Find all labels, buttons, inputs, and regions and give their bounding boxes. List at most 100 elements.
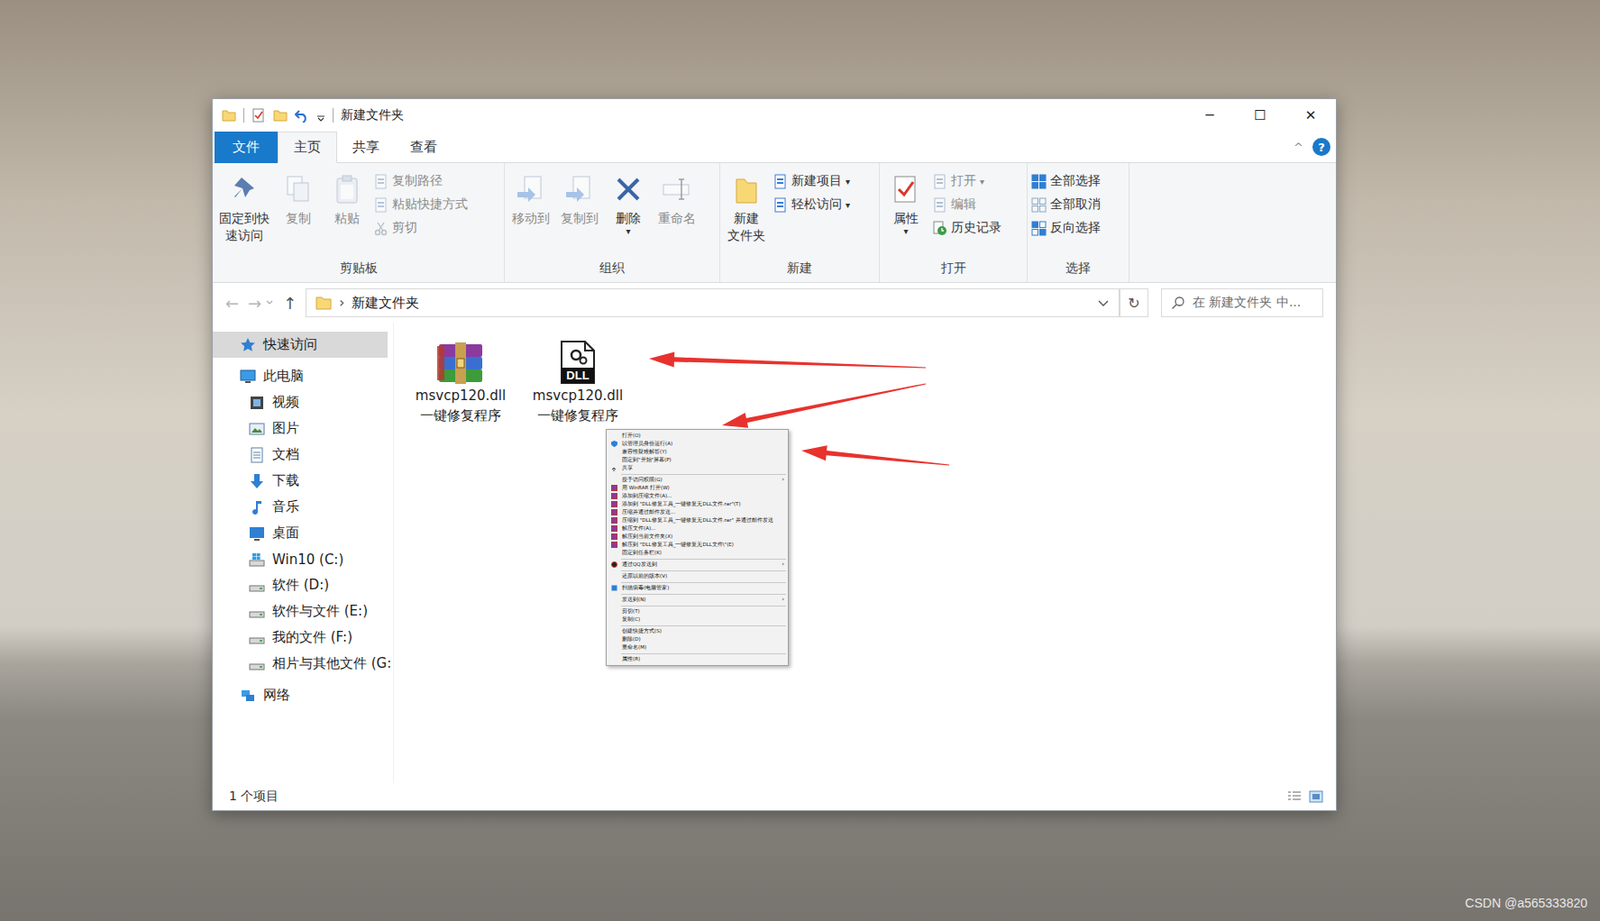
context-menu-label: 重命名(M)	[619, 643, 785, 652]
context-menu-item[interactable]: 打开(O)	[606, 431, 788, 440]
ribbon-small-button[interactable]: 历史记录	[932, 217, 1002, 239]
search-placeholder: 在 新建文件夹 中...	[1192, 294, 1301, 311]
context-menu-item[interactable]: 通过QQ发送到›	[606, 560, 788, 569]
search-field[interactable]: 在 新建文件夹 中...	[1161, 288, 1324, 318]
properties-icon[interactable]	[251, 108, 266, 123]
sidebar-item[interactable]: Win10 (C:)	[212, 546, 394, 573]
context-menu-item[interactable]: 压缩到 "DLL修复工具_一键修复无DLL文件.rar" 并通过邮件发送	[606, 516, 788, 525]
ribbon-small-button[interactable]: 复制路径	[373, 170, 468, 192]
up-button[interactable]: ↑	[283, 293, 297, 313]
ribbon-small-button[interactable]: 剪切	[373, 217, 468, 239]
sidebar-item[interactable]: 视频	[212, 389, 394, 416]
dropdown-caret: ▾	[845, 176, 851, 187]
ribbon-small-button[interactable]: 粘贴快捷方式	[373, 193, 468, 216]
ribbon-group: 全部选择全部取消反向选择选择	[1027, 163, 1130, 283]
folder-icon[interactable]	[221, 108, 237, 123]
shield-icon	[611, 440, 618, 448]
context-menu-item[interactable]: 固定到任务栏(K)	[606, 548, 788, 558]
sidebar-item[interactable]: 快速访问	[212, 331, 388, 358]
forward-button[interactable]: →	[247, 293, 262, 313]
context-menu-item[interactable]: 解压到 "DLL修复工具_一键修复无DLL文件\"(E)	[606, 540, 788, 549]
drive-icon	[248, 603, 266, 621]
ribbon-large-button[interactable]: 移动到	[508, 166, 554, 257]
back-button[interactable]: ←	[225, 293, 239, 313]
ribbon-small-button[interactable]: 反向选择	[1031, 217, 1101, 239]
context-menu-item[interactable]: 固定到"开始"屏幕(P)	[606, 456, 788, 465]
ribbon-large-button[interactable]: 复制	[275, 166, 321, 257]
sidebar-item[interactable]: 下载	[212, 467, 394, 494]
context-menu-item[interactable]: 扫描病毒(电脑管家)	[606, 584, 788, 593]
context-menu-item[interactable]: 删除(D)	[606, 635, 788, 644]
context-menu-item[interactable]: 剪切(T)	[606, 607, 788, 616]
customize-chevron-icon[interactable]	[316, 108, 326, 123]
sidebar-item[interactable]: 软件与文件 (E:)	[212, 598, 394, 625]
context-menu-item[interactable]: 解压文件(A)...	[606, 524, 788, 533]
context-menu-item[interactable]: 用 WinRAR 打开(W)	[606, 484, 788, 493]
context-menu-item[interactable]: 创建快捷方式(S)	[606, 627, 788, 636]
ribbon-large-button[interactable]: 删除▾	[605, 166, 651, 257]
context-menu-item[interactable]: 兼容性疑难解答(Y)	[606, 448, 788, 457]
ribbon-small-button[interactable]: 打开▾	[932, 170, 1002, 192]
ribbon-small-button[interactable]: 全部选择	[1031, 170, 1101, 192]
file-item[interactable]: DLLmsvcp120.dll一键修复程序	[523, 338, 632, 428]
edit-icon	[932, 197, 948, 213]
new-folder-icon[interactable]	[273, 108, 288, 123]
address-field[interactable]: › 新建文件夹	[305, 288, 1120, 318]
ribbon-large-button[interactable]: 粘贴	[324, 166, 370, 257]
menu-icon-slot	[606, 509, 620, 516]
ribbon-tab[interactable]: 主页	[277, 131, 338, 164]
context-menu-item[interactable]: 添加到 "DLL修复工具_一键修复无DLL文件.rar"(T)	[606, 500, 788, 509]
folder-icon	[315, 295, 332, 311]
ribbon-tab[interactable]: 查看	[394, 131, 453, 164]
path-segment[interactable]: 新建文件夹	[351, 294, 420, 312]
recent-locations-chevron-icon[interactable]	[265, 298, 275, 308]
ribbon-tab[interactable]: 共享	[337, 131, 395, 164]
window-control-button[interactable]: ─	[1184, 99, 1235, 132]
sidebar-item[interactable]: 桌面	[212, 520, 394, 547]
large-icons-view-icon[interactable]	[1308, 790, 1324, 804]
ribbon-large-button[interactable]: 属性▾	[883, 166, 929, 257]
details-view-icon[interactable]	[1287, 790, 1302, 804]
context-menu-item[interactable]: 复制(C)	[606, 615, 788, 624]
sidebar-item[interactable]: 文档	[212, 441, 394, 468]
ribbon-small-button[interactable]: 全部取消	[1031, 193, 1101, 216]
context-menu-item[interactable]: 解压到当前文件夹(X)	[606, 532, 788, 541]
ribbon-large-button[interactable]: 重命名	[654, 166, 700, 257]
ribbon-small-button[interactable]: 新建项目▾	[772, 170, 851, 192]
ribbon-small-button[interactable]: 编辑	[932, 193, 1002, 216]
window-control-button[interactable]: ☐	[1234, 99, 1286, 132]
help-button[interactable]: ?	[1312, 137, 1331, 156]
undo-icon[interactable]	[294, 108, 310, 123]
sidebar-item[interactable]: 相片与其他文件 (G:	[212, 650, 394, 677]
window-control-button[interactable]: ✕	[1285, 99, 1336, 132]
context-menu-item[interactable]: 以管理员身份运行(A)	[606, 439, 788, 448]
path-icon	[373, 173, 389, 190]
ribbon-large-button[interactable]: 复制到	[557, 166, 603, 257]
context-menu-item[interactable]: 添加到压缩文件(A)...	[606, 492, 788, 501]
context-menu-item[interactable]: 属性(R)	[606, 655, 788, 664]
context-menu-item[interactable]: 授予访问权限(G)›	[606, 475, 788, 485]
sidebar-item[interactable]: 音乐	[212, 493, 394, 521]
sidebar-item[interactable]: 我的文件 (F:)	[212, 624, 394, 651]
file-item[interactable]: msvcp120.dll一键修复程序	[406, 338, 515, 428]
sidebar-item[interactable]: 图片	[212, 415, 394, 442]
collapse-ribbon-button[interactable]: ^	[1284, 131, 1313, 163]
path-separator[interactable]: ›	[338, 294, 345, 311]
context-menu-item[interactable]: 共享	[606, 464, 788, 473]
refresh-button[interactable]: ↻	[1119, 288, 1149, 318]
sidebar-item[interactable]: 软件 (D:)	[212, 572, 394, 599]
sidebar-item[interactable]: 网络	[212, 682, 394, 709]
ribbon-button-label: 删除	[615, 210, 641, 228]
context-menu-item[interactable]: 重命名(M)	[606, 643, 788, 652]
sidebar-item[interactable]: 此电脑	[212, 363, 394, 390]
ribbon-tab[interactable]: 文件	[214, 131, 278, 164]
context-menu-item[interactable]: 发送到(N)›	[606, 595, 788, 604]
ribbon-large-button[interactable]: 固定到快速访问	[216, 166, 273, 257]
ribbon-small-button[interactable]: 轻松访问▾	[772, 193, 851, 216]
context-menu-item[interactable]: 压缩并通过邮件发送...	[606, 508, 788, 517]
annotation-arrows	[0, 0, 1600, 921]
context-menu-label: 用 WinRAR 打开(W)	[619, 484, 785, 493]
address-dropdown-chevron-icon[interactable]	[1097, 296, 1110, 310]
ribbon-large-button[interactable]: 新建文件夹	[723, 166, 769, 257]
context-menu-item[interactable]: 还原以前的版本(V)	[606, 572, 788, 581]
